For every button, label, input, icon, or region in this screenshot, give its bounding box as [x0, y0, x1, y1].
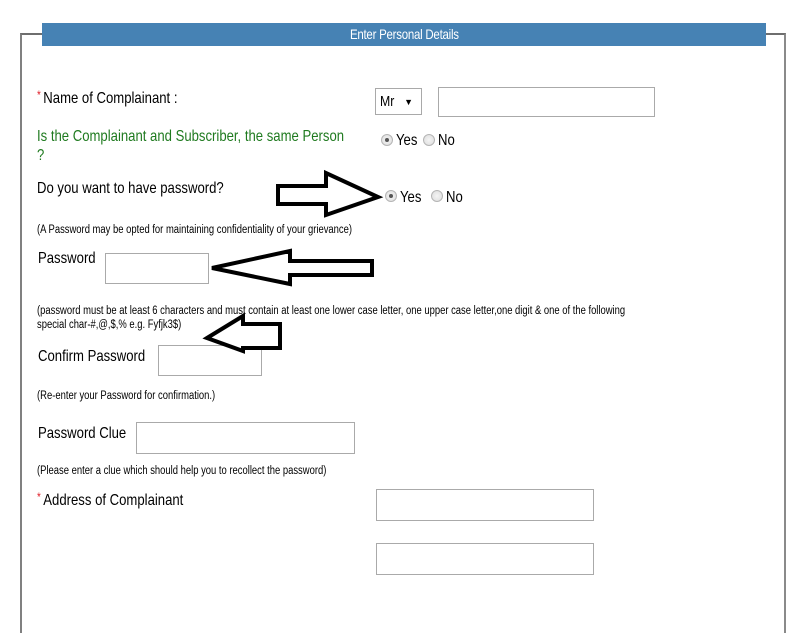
arrow-left-icon	[211, 248, 374, 287]
arrow-right-icon	[276, 169, 384, 218]
annotation-arrows	[202, 169, 384, 354]
arrow-left-icon	[202, 312, 282, 354]
